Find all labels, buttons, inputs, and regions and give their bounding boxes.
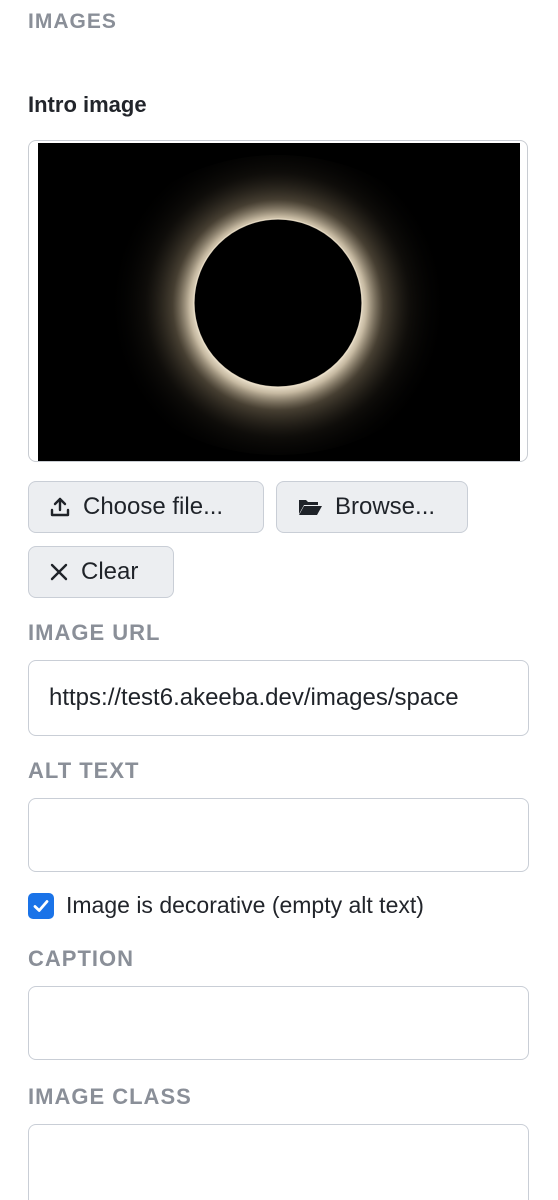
- choose-file-label: Choose file...: [83, 493, 224, 520]
- eclipse-image: [38, 143, 520, 461]
- clear-button[interactable]: Clear: [28, 546, 174, 598]
- section-title: IMAGES: [28, 10, 117, 33]
- image-url-label: IMAGE URL: [28, 620, 161, 645]
- choose-file-button[interactable]: Choose file...: [28, 481, 264, 533]
- clear-label: Clear: [81, 558, 139, 585]
- decorative-label: Image is decorative (empty alt text): [66, 892, 424, 918]
- decorative-checkbox[interactable]: [28, 892, 54, 919]
- close-icon: [50, 563, 68, 581]
- image-url-input[interactable]: https://test6.akeeba.dev/images/space: [28, 660, 529, 736]
- image-class-label: IMAGE CLASS: [28, 1084, 192, 1109]
- image-preview: [28, 140, 528, 462]
- image-class-input[interactable]: [28, 1124, 529, 1200]
- caption-label: CAPTION: [28, 946, 134, 971]
- alt-text-input[interactable]: [28, 798, 529, 872]
- folder-open-icon: [299, 500, 322, 515]
- browse-button[interactable]: Browse...: [276, 481, 468, 533]
- caption-input[interactable]: [28, 986, 529, 1060]
- upload-icon: [50, 497, 70, 517]
- browse-label: Browse...: [335, 493, 436, 520]
- alt-text-label: ALT TEXT: [28, 758, 140, 783]
- intro-image-label: Intro image: [28, 92, 147, 117]
- check-icon: [33, 899, 49, 912]
- decorative-checkbox-row[interactable]: Image is decorative (empty alt text): [28, 892, 424, 919]
